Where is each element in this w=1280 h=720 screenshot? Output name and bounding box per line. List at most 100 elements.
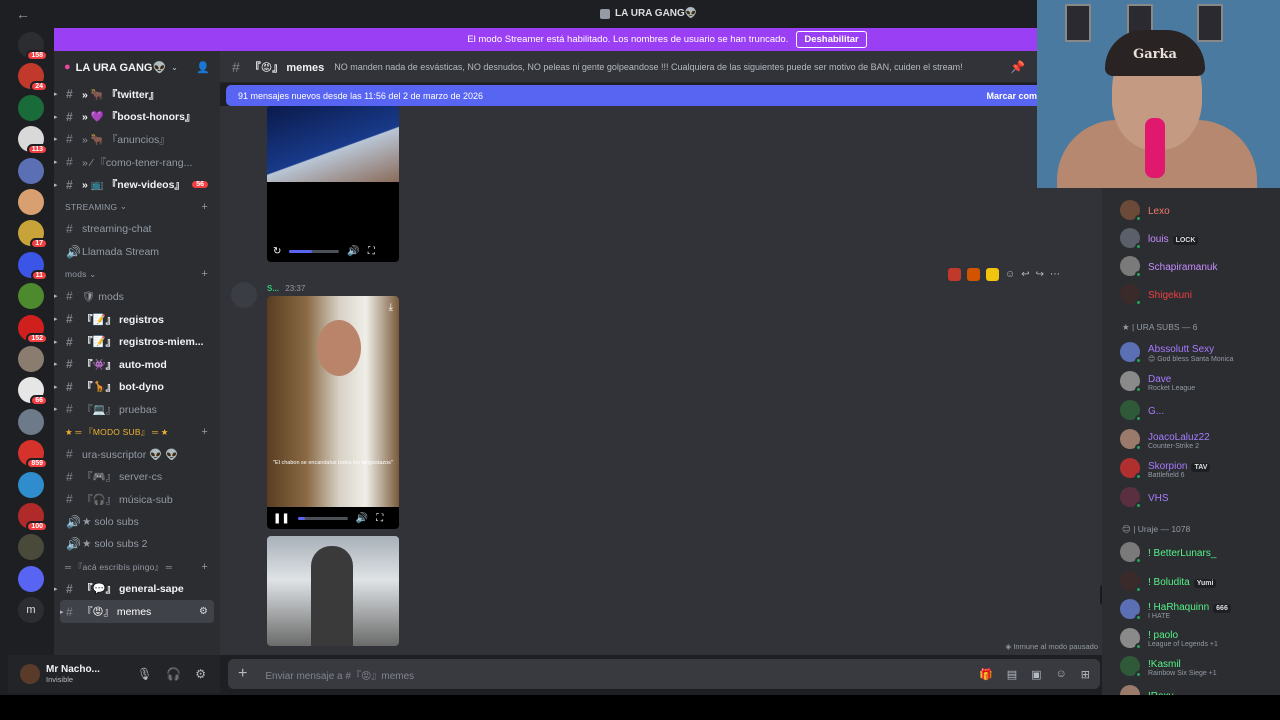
add-channel-icon[interactable]: + bbox=[201, 561, 208, 573]
avatar[interactable] bbox=[1120, 228, 1142, 250]
server-icon[interactable]: 24 bbox=[18, 63, 48, 93]
server-icon[interactable]: m bbox=[18, 597, 44, 624]
member-item[interactable]: G... bbox=[1120, 398, 1280, 422]
video-progress-bar[interactable] bbox=[297, 516, 348, 520]
server-icon[interactable] bbox=[18, 94, 44, 121]
server-icon[interactable]: 113 bbox=[18, 126, 48, 156]
disable-streamer-button[interactable]: Deshabilitar bbox=[796, 31, 867, 48]
avatar[interactable] bbox=[1120, 684, 1140, 695]
avatar[interactable] bbox=[1120, 656, 1142, 678]
pin-icon[interactable]: 📌 bbox=[1010, 60, 1025, 74]
member-item[interactable]: ! BetterLunars_ bbox=[1120, 540, 1280, 564]
member-item[interactable]: ! Boludita Yumi bbox=[1120, 569, 1280, 593]
more-icon[interactable]: ⋯ bbox=[1050, 269, 1060, 280]
add-reaction-icon[interactable]: ☺ bbox=[1005, 269, 1015, 280]
channel-item[interactable]: ▸ # 『💻』 pruebas bbox=[54, 398, 220, 421]
server-icon[interactable] bbox=[18, 534, 44, 561]
fullscreen-icon[interactable]: ⛶ bbox=[368, 246, 375, 257]
avatar[interactable] bbox=[1120, 542, 1142, 564]
member-item[interactable]: Lexo bbox=[1120, 198, 1280, 222]
channel-item[interactable]: ▸ # 『📝』 registros bbox=[54, 308, 220, 331]
channel-item[interactable]: ▸ # 『💬』 general-sape bbox=[54, 578, 220, 601]
server-icon[interactable] bbox=[18, 157, 44, 184]
add-channel-icon[interactable]: + bbox=[201, 426, 208, 438]
channel-item[interactable]: ▸ # » 🐂 『twitter』 bbox=[54, 83, 220, 106]
video-progress-bar[interactable] bbox=[289, 249, 340, 253]
avatar[interactable] bbox=[1120, 371, 1142, 393]
channel-item[interactable]: # streaming-chat bbox=[54, 218, 220, 241]
reaction-emoji[interactable] bbox=[986, 268, 999, 281]
server-icon[interactable]: 158 bbox=[18, 32, 48, 61]
channel-item[interactable]: ▸ # » ⁄ 『como-tener-rang... bbox=[54, 151, 220, 174]
add-member-icon[interactable]: 👤 bbox=[196, 61, 210, 74]
avatar[interactable] bbox=[1120, 256, 1142, 278]
server-icon[interactable]: 17 bbox=[18, 220, 48, 250]
reaction-emoji[interactable] bbox=[967, 268, 980, 281]
member-item[interactable]: louis LOCK bbox=[1120, 226, 1280, 250]
member-item[interactable]: !Roxy bbox=[1120, 683, 1280, 695]
member-item[interactable]: ! HaRhaquinn 666 I HATE bbox=[1120, 597, 1280, 621]
pause-icon[interactable]: ❚❚ bbox=[273, 513, 290, 524]
member-item[interactable]: VHS bbox=[1120, 485, 1280, 509]
gif-icon[interactable]: ▤ bbox=[1007, 668, 1017, 681]
category-streaming[interactable]: STREAMING ⌄ + bbox=[54, 196, 220, 218]
server-icon[interactable]: 11 bbox=[18, 251, 48, 281]
avatar[interactable] bbox=[1120, 429, 1142, 451]
member-item[interactable]: Schapiramanuk bbox=[1120, 254, 1280, 278]
channel-item[interactable]: 🔊 Llamada Stream bbox=[54, 241, 220, 264]
avatar[interactable] bbox=[1120, 570, 1142, 593]
message-author[interactable]: S... bbox=[267, 284, 279, 293]
add-channel-icon[interactable]: + bbox=[201, 268, 208, 280]
avatar[interactable] bbox=[1120, 200, 1142, 222]
member-item[interactable]: !Kasmil Rainbow Six Siege +1 bbox=[1120, 654, 1280, 678]
member-item[interactable]: Shigekuni bbox=[1120, 282, 1280, 306]
category-mods[interactable]: mods ⌄ + bbox=[54, 263, 220, 285]
apps-icon[interactable]: ⊞ bbox=[1081, 668, 1090, 681]
guild-header[interactable]: ● LA URA GANG👽 ⌄ 👤 bbox=[54, 51, 220, 83]
channel-topic[interactable]: NO manden nada de esvásticas, NO desnudo… bbox=[334, 62, 962, 72]
avatar[interactable] bbox=[1120, 400, 1142, 422]
server-icon[interactable] bbox=[18, 408, 44, 435]
new-messages-bar[interactable]: 91 mensajes nuevos desde las 11:56 del 2… bbox=[226, 85, 1037, 106]
avatar[interactable] bbox=[20, 664, 40, 684]
channel-item[interactable]: 🔊 ★ solo subs bbox=[54, 511, 220, 534]
member-item[interactable]: Abssolutt Sexy 😊 God bless Santa Monica bbox=[1120, 340, 1280, 364]
channel-item[interactable]: ▸ # 『👾』 auto-mod bbox=[54, 353, 220, 376]
member-item[interactable]: ! paolo League of Legends +1 bbox=[1120, 626, 1280, 650]
gear-icon[interactable]: ⚙ bbox=[195, 667, 206, 681]
server-icon[interactable]: 66 bbox=[18, 377, 48, 407]
add-channel-icon[interactable]: + bbox=[201, 201, 208, 213]
emoji-icon[interactable]: ☺ bbox=[1056, 668, 1067, 681]
avatar[interactable] bbox=[1120, 487, 1142, 509]
server-icon[interactable]: 152 bbox=[18, 314, 48, 344]
category-modo-sub[interactable]: ★ ═ 『MODO SUB』 ═ ★ + bbox=[54, 421, 220, 443]
channel-item[interactable]: ▸ # » 💜 『boost-honors』 bbox=[54, 106, 220, 129]
member-item[interactable]: Skorpion TAV Battlefield 6 bbox=[1120, 456, 1280, 480]
volume-icon[interactable]: 🔊 bbox=[347, 246, 359, 257]
avatar[interactable] bbox=[1120, 627, 1142, 650]
channel-item[interactable]: # 『🎮』 server-cs bbox=[54, 465, 220, 488]
video-attachment[interactable]: "El chabon se encandalux todos los lango… bbox=[267, 296, 399, 529]
server-icon[interactable]: 859 bbox=[18, 440, 48, 470]
reply-icon[interactable]: ↩ bbox=[1021, 269, 1029, 280]
microphone-icon[interactable]: 🎙 bbox=[137, 667, 152, 681]
channel-item[interactable]: ▸ # » 📺 『new-videos』 56 bbox=[54, 173, 220, 196]
message-input[interactable]: Enviar mensaje a #『😡』memes bbox=[265, 667, 414, 682]
channel-item[interactable]: ▸ # 🛡 mods bbox=[54, 285, 220, 308]
avatar[interactable] bbox=[1120, 284, 1142, 306]
image-attachment[interactable] bbox=[267, 536, 399, 646]
channel-item[interactable]: # ura-suscriptor 👽 👽 bbox=[54, 443, 220, 466]
server-icon[interactable]: 100 bbox=[18, 503, 48, 532]
reaction-emoji[interactable] bbox=[948, 268, 961, 281]
sticker-icon[interactable]: ▣ bbox=[1031, 668, 1041, 681]
member-item[interactable]: Dave Rocket League bbox=[1120, 369, 1280, 393]
server-icon[interactable] bbox=[18, 346, 44, 372]
video-attachment[interactable]: ↻ 🔊 ⛶ bbox=[267, 106, 399, 262]
mark-as-read-button[interactable]: Marcar com bbox=[986, 91, 1037, 101]
headphones-icon[interactable]: 🎧 bbox=[166, 667, 181, 681]
replay-icon[interactable]: ↻ bbox=[273, 246, 281, 257]
avatar[interactable] bbox=[1120, 342, 1142, 364]
add-attachment-icon[interactable]: + bbox=[238, 665, 247, 683]
message-composer[interactable]: + Enviar mensaje a #『😡』memes 🎁 ▤ ▣ ☺ ⊞ bbox=[228, 659, 1100, 689]
server-icon[interactable] bbox=[18, 283, 44, 310]
